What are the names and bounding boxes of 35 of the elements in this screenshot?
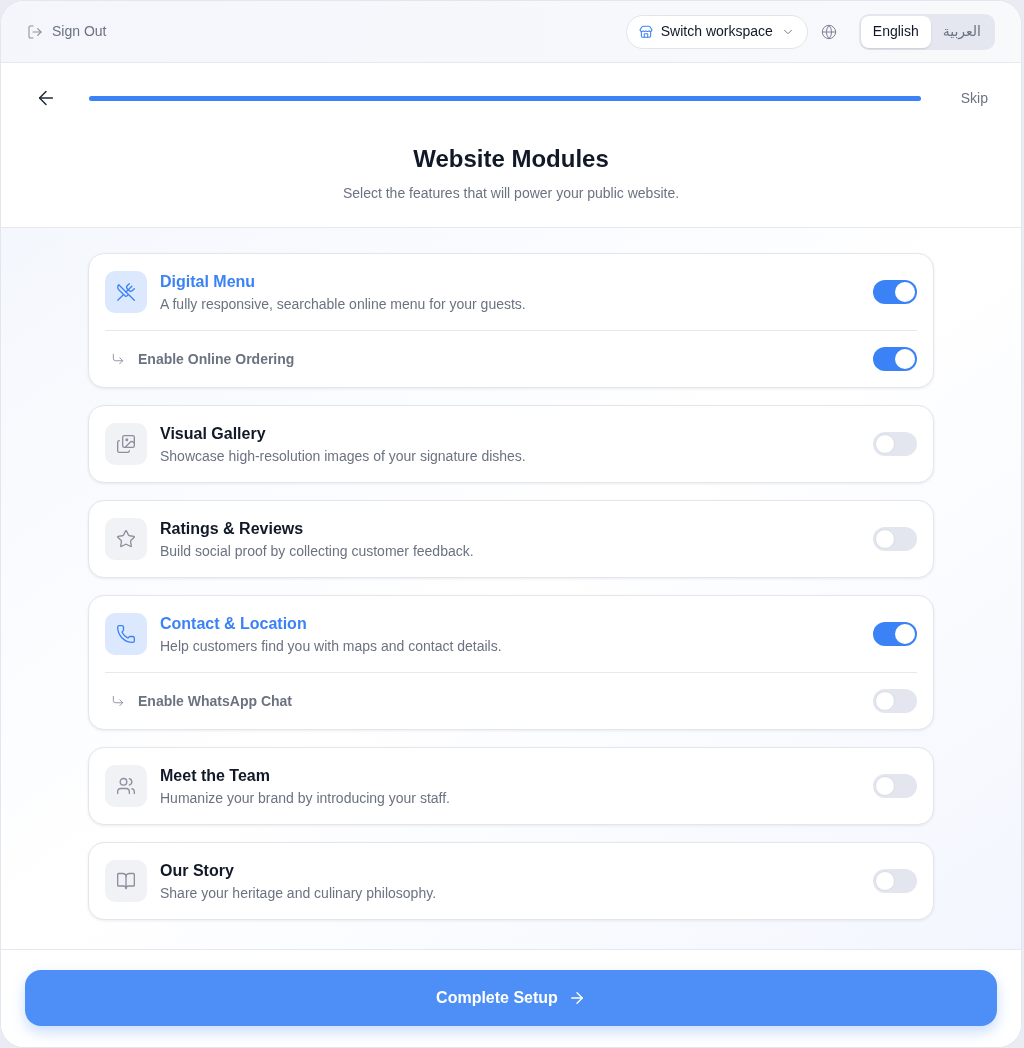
- module-description: Help customers find you with maps and contact details.: [160, 637, 502, 656]
- toggle-switch[interactable]: [873, 869, 917, 893]
- page-subtitle: Select the features that will power your public website.: [342, 184, 680, 203]
- skip-link[interactable]: Skip: [960, 87, 988, 109]
- toggle-switch[interactable]: [873, 689, 917, 713]
- toggle-switch[interactable]: [873, 280, 917, 304]
- module-title: Ratings & Reviews: [160, 519, 304, 539]
- sign-out-icon: [27, 23, 43, 40]
- module-title: Our Story: [160, 861, 234, 881]
- module-description: A fully responsive, searchable online menu for your guests.: [160, 295, 526, 314]
- sign-out-button[interactable]: Sign Out: [27, 21, 107, 42]
- module-description: Share your heritage and culinary philosophy.: [160, 884, 437, 903]
- toggle-switch[interactable]: [873, 774, 917, 798]
- module-title: Contact & Location: [160, 614, 307, 634]
- corner-arrow-icon: [111, 352, 125, 366]
- module-title: Visual Gallery: [160, 424, 266, 444]
- workspace-switcher-button[interactable]: Switch workspace: [625, 14, 808, 49]
- language-tab[interactable]: English: [860, 15, 931, 48]
- complete-setup-button[interactable]: Complete Setup: [25, 970, 997, 1026]
- module-title: Meet the Team: [160, 766, 270, 786]
- module-description: Build social proof by collecting customer feedback.: [160, 542, 474, 561]
- sub-option-label: Enable WhatsApp Chat: [138, 691, 292, 711]
- store-icon: [638, 24, 653, 39]
- toggle-switch[interactable]: [873, 622, 917, 646]
- module-title: Digital Menu: [160, 272, 256, 292]
- language-tab[interactable]: العربية: [930, 15, 993, 48]
- module-description: Showcase high-resolution images of your signature dishes.: [160, 447, 526, 466]
- corner-arrow-icon: [111, 694, 125, 708]
- globe-icon[interactable]: [820, 23, 837, 40]
- sub-option-label: Enable Online Ordering: [138, 349, 295, 369]
- toggle-switch[interactable]: [873, 432, 917, 456]
- toggle-switch[interactable]: [873, 527, 917, 551]
- module-description: Humanize your brand by introducing your staff.: [160, 789, 450, 808]
- page-title: Website Modules: [413, 144, 609, 174]
- toggle-switch[interactable]: [873, 347, 917, 371]
